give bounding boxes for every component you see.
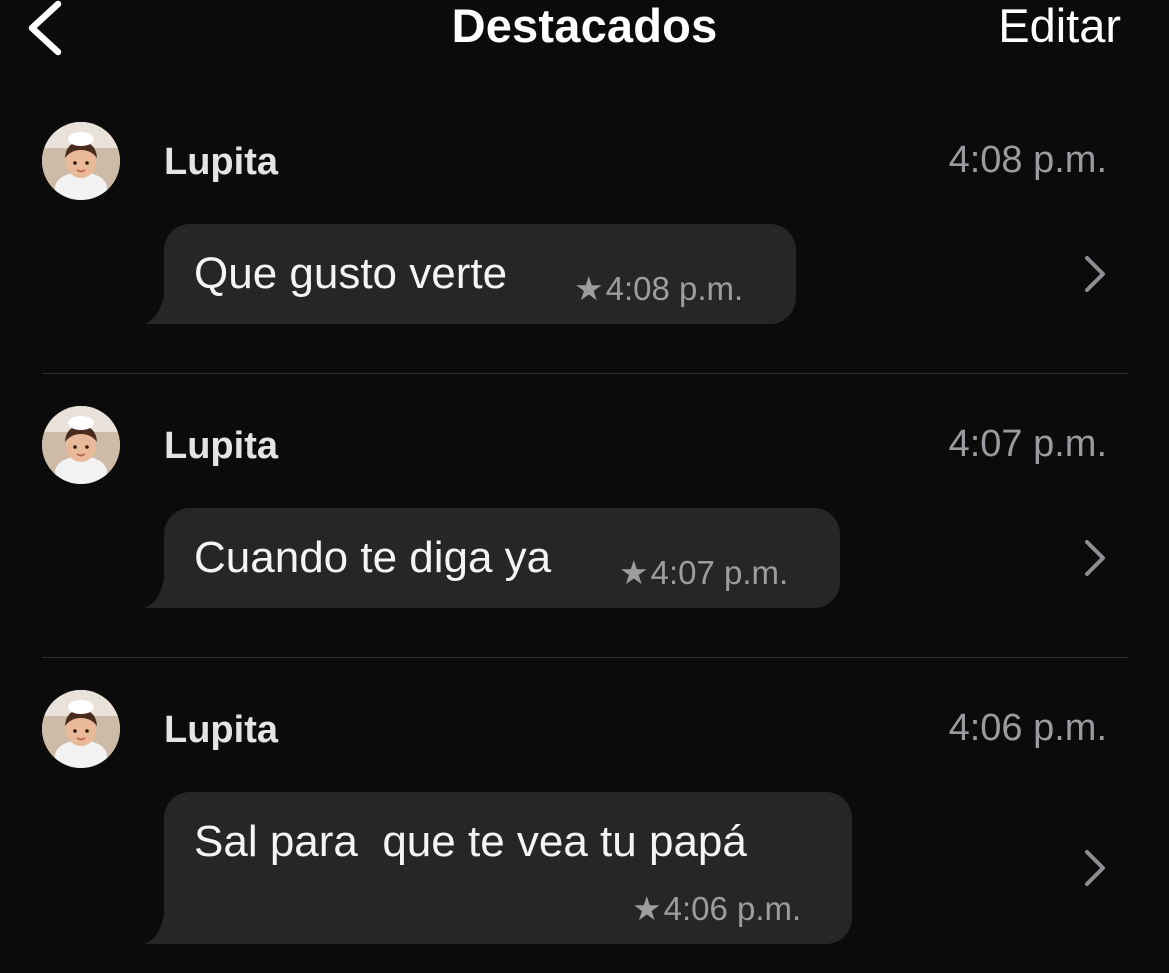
message-bubble[interactable]: Sal para que te vea tu papá ★4:06 p.m. — [144, 792, 852, 944]
message-bubble[interactable]: Cuando te diga ya ★4:07 p.m. — [144, 508, 840, 608]
avatar-image — [42, 690, 120, 768]
message-bubble[interactable]: Que gusto verte ★4:08 p.m. — [144, 224, 796, 324]
bubble-time: 4:08 p.m. — [605, 270, 744, 307]
message-time: 4:08 p.m. — [948, 139, 1107, 181]
bubble-time: 4:07 p.m. — [650, 554, 789, 591]
message-text: Que gusto verte — [194, 249, 508, 298]
star-icon: ★ — [619, 554, 649, 591]
starred-message-item[interactable]: Lupita 4:07 p.m. Cuando te diga ya ★4:07… — [0, 374, 1169, 658]
message-time: 4:07 p.m. — [948, 423, 1107, 465]
bubble-tail — [144, 568, 188, 608]
nav-bar: Destacados Editar — [0, 0, 1169, 62]
bubble-meta: ★4:06 p.m. — [632, 890, 801, 928]
page-title: Destacados — [451, 0, 718, 52]
chevron-right-icon[interactable] — [1079, 538, 1109, 578]
star-icon: ★ — [632, 890, 662, 927]
avatar — [42, 406, 120, 484]
edit-button[interactable]: Editar — [998, 0, 1121, 52]
bubble-meta: ★4:08 p.m. — [574, 270, 743, 308]
bubble-meta: ★4:07 p.m. — [619, 554, 788, 592]
chevron-right-icon[interactable] — [1079, 848, 1109, 888]
sender-name: Lupita — [164, 141, 278, 183]
sender-name: Lupita — [164, 709, 278, 751]
bubble-time: 4:06 p.m. — [663, 890, 802, 927]
starred-message-item[interactable]: Lupita 4:08 p.m. Que gusto verte ★4:08 p… — [0, 90, 1169, 374]
sender-name: Lupita — [164, 425, 278, 467]
chevron-right-icon[interactable] — [1079, 254, 1109, 294]
starred-message-item[interactable]: Lupita 4:06 p.m. Sal para que te vea tu … — [0, 658, 1169, 944]
bubble-tail — [144, 284, 188, 324]
message-text: Cuando te diga ya — [194, 533, 552, 582]
message-time: 4:06 p.m. — [948, 707, 1107, 749]
bubble-tail — [144, 904, 188, 944]
message-text: Sal para que te vea tu papá — [194, 817, 747, 866]
avatar — [42, 690, 120, 768]
star-icon: ★ — [574, 270, 604, 307]
avatar-image — [42, 406, 120, 484]
avatar-image — [42, 122, 120, 200]
avatar — [42, 122, 120, 200]
